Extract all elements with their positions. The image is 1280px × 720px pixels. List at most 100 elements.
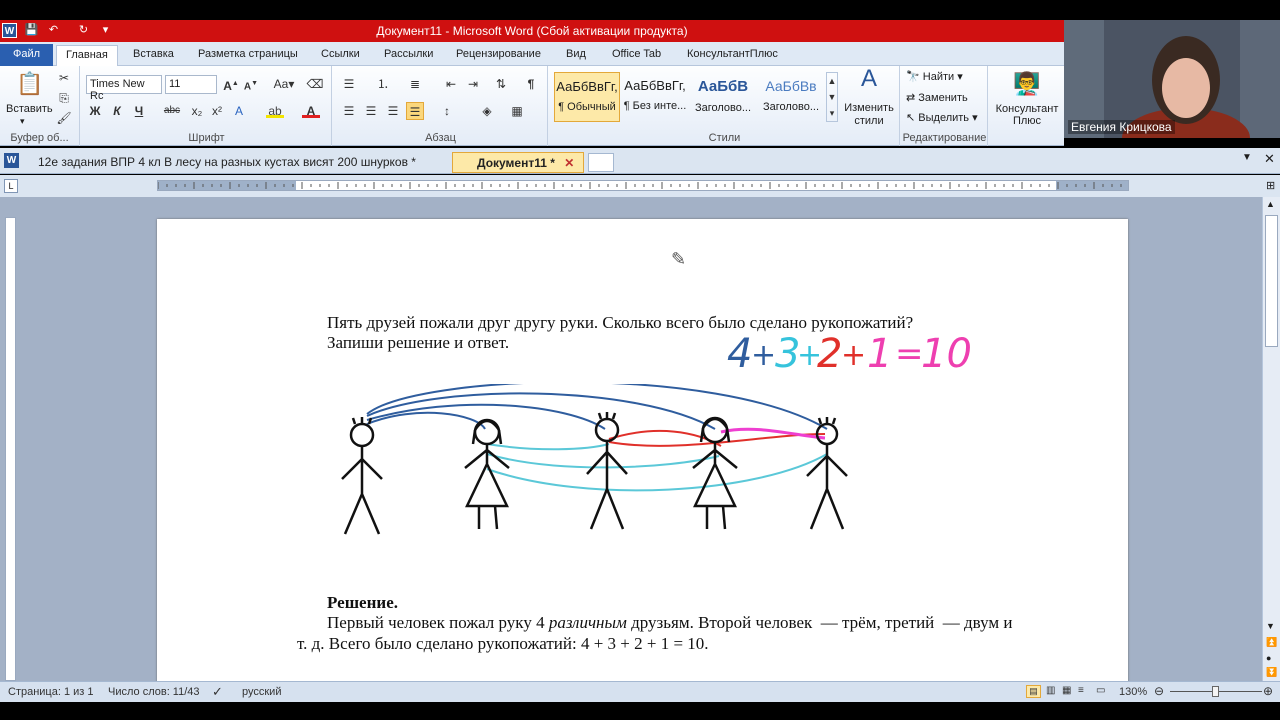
align-left-icon[interactable]: ☰: [340, 102, 358, 120]
tab-page-layout[interactable]: Разметка страницы: [189, 45, 307, 66]
find-button[interactable]: 🔭 Найти ▾: [906, 70, 963, 83]
select-button[interactable]: ↖ Выделить ▾: [906, 111, 978, 124]
print-layout-icon[interactable]: ▤: [1026, 685, 1041, 698]
status-bar: Страница: 1 из 1 Число слов: 11/43 ✓ рус…: [0, 681, 1280, 702]
draft-icon[interactable]: ▭: [1096, 685, 1105, 696]
bullets-icon[interactable]: ☰: [340, 75, 358, 93]
styles-scroll-icon[interactable]: ▲ ▼ ▾: [826, 72, 838, 122]
next-page-icon[interactable]: ⏬: [1266, 667, 1277, 678]
solution-line-1: Первый человек пожал руку 4 различным др…: [327, 613, 1013, 633]
proofing-icon[interactable]: ✓: [212, 684, 223, 700]
horizontal-ruler[interactable]: [157, 180, 1129, 191]
consultant-button[interactable]: Консультант Плюс: [992, 103, 1062, 127]
superscript-icon[interactable]: x²: [208, 102, 226, 120]
tab-review[interactable]: Рецензирование: [447, 45, 550, 66]
close-window-icon[interactable]: ✕: [1264, 151, 1275, 167]
font-size-combo[interactable]: 11: [165, 75, 217, 94]
decrease-indent-icon[interactable]: ⇤: [442, 75, 460, 93]
new-tab-button[interactable]: [588, 153, 614, 172]
editing-group-label: Редактирование: [902, 132, 987, 144]
paste-dropdown-icon[interactable]: ▾: [20, 116, 25, 127]
replace-button[interactable]: ⇄ Заменить: [906, 91, 968, 104]
italic-icon[interactable]: К: [108, 102, 126, 120]
align-center-icon[interactable]: ☰: [362, 102, 380, 120]
increase-indent-icon[interactable]: ⇥: [464, 75, 482, 93]
vertical-ruler[interactable]: [5, 217, 16, 681]
full-screen-reading-icon[interactable]: ▥: [1046, 685, 1055, 696]
scroll-down-icon[interactable]: ▼: [1266, 621, 1275, 631]
tab-insert[interactable]: Вставка: [124, 45, 183, 66]
shrink-font-icon[interactable]: A▼: [242, 75, 260, 93]
document-page[interactable]: ✎ Пять друзей пожали друг другу руки. Ск…: [157, 219, 1128, 689]
hand-4: 4: [727, 331, 752, 377]
shading-icon[interactable]: ◈: [478, 102, 496, 120]
clear-format-icon[interactable]: ⌫: [306, 75, 324, 93]
scroll-thumb[interactable]: [1265, 215, 1278, 347]
line-spacing-icon[interactable]: ↕: [438, 102, 456, 120]
tab-mailings[interactable]: Рассылки: [375, 45, 442, 66]
zoom-level[interactable]: 130%: [1119, 686, 1147, 698]
paste-button[interactable]: Вставить: [6, 103, 53, 115]
outline-icon[interactable]: ≡: [1078, 685, 1084, 696]
close-tab-icon[interactable]: ✕: [564, 156, 574, 170]
justify-icon[interactable]: ☰: [406, 102, 424, 120]
font-color-icon[interactable]: A: [302, 102, 320, 118]
bold-icon[interactable]: Ж: [86, 102, 104, 120]
format-painter-icon[interactable]: 🖌: [55, 109, 73, 127]
tab-consultant[interactable]: КонсультантПлюс: [678, 45, 787, 66]
hand-plus-1: +: [751, 338, 776, 373]
web-layout-icon[interactable]: ▦: [1062, 685, 1071, 696]
sort-icon[interactable]: ⇅: [492, 75, 510, 93]
prev-page-icon[interactable]: ⏫: [1266, 637, 1277, 648]
change-styles-icon[interactable]: A: [854, 67, 884, 98]
tab-references[interactable]: Ссылки: [312, 45, 369, 66]
underline-icon[interactable]: Ч: [130, 102, 148, 120]
paste-icon[interactable]: 📋: [16, 70, 44, 98]
word-count[interactable]: Число слов: 11/43: [108, 686, 200, 698]
consultant-professor-icon[interactable]: 👨‍🏫: [1012, 69, 1042, 99]
tab-selector-icon[interactable]: L: [4, 179, 18, 193]
change-case-icon[interactable]: Aa▾: [272, 75, 296, 93]
borders-icon[interactable]: ▦: [508, 102, 526, 120]
zoom-slider-thumb[interactable]: [1212, 686, 1219, 697]
style-name: Заголово...: [762, 101, 820, 113]
font-name-combo[interactable]: Times New Rc: [86, 75, 162, 102]
ruler-bar: L ⊞: [0, 175, 1280, 197]
style-preview: АаБбВ: [697, 78, 749, 95]
browse-object-icon[interactable]: ●: [1266, 653, 1271, 663]
zoom-in-icon[interactable]: ⊕: [1263, 684, 1273, 698]
change-styles-button[interactable]: Изменить стили: [840, 102, 898, 128]
style-no-spacing[interactable]: АаБбВвГг, ¶ Без инте...: [622, 72, 688, 122]
grow-font-icon[interactable]: A▲: [222, 75, 240, 93]
pen-cursor-icon: ✎: [671, 249, 687, 269]
language[interactable]: русский: [242, 686, 281, 698]
style-heading-2[interactable]: АаБбВв Заголово...: [758, 72, 824, 122]
webcam-name-label: Евгения Крицкова: [1068, 120, 1175, 134]
view-ruler-icon[interactable]: ⊞: [1266, 179, 1275, 192]
numbering-icon[interactable]: ⒈: [374, 75, 392, 93]
subscript-icon[interactable]: x₂: [188, 102, 206, 120]
multilevel-list-icon[interactable]: ≣: [406, 75, 424, 93]
tab-office-tab[interactable]: Office Tab: [603, 45, 670, 66]
show-formatting-icon[interactable]: ¶: [522, 75, 540, 93]
page-count[interactable]: Страница: 1 из 1: [8, 686, 94, 698]
tab-view[interactable]: Вид: [557, 45, 595, 66]
solution-line-1-a: Первый человек пожал руку 4: [327, 613, 549, 632]
scroll-up-icon[interactable]: ▲: [1266, 199, 1275, 209]
style-heading-1[interactable]: АаБбВ Заголово...: [690, 72, 756, 122]
zoom-out-icon[interactable]: ⊖: [1154, 684, 1164, 698]
style-normal[interactable]: АаБбВвГг, ¶ Обычный: [554, 72, 620, 122]
vertical-scrollbar[interactable]: ▲ ▼ ⏫ ● ⏬: [1262, 197, 1280, 681]
tab-list-icon[interactable]: ▼: [1242, 152, 1252, 163]
text-effects-icon[interactable]: A: [230, 102, 248, 120]
doc-tab-inactive[interactable]: 12е задания ВПР 4 кл В лесу на разных ку…: [30, 152, 424, 173]
tab-home[interactable]: Главная: [56, 45, 118, 67]
align-right-icon[interactable]: ☰: [384, 102, 402, 120]
doc-tab-active[interactable]: Документ11 * ✕: [452, 152, 584, 173]
tab-file[interactable]: Файл: [0, 44, 53, 66]
strikethrough-icon[interactable]: abc: [162, 102, 182, 120]
cut-icon[interactable]: ✂: [55, 69, 73, 87]
copy-icon[interactable]: ⎘: [55, 89, 73, 107]
highlight-icon[interactable]: ab: [266, 102, 284, 118]
font-group-label: Шрифт: [188, 132, 225, 144]
